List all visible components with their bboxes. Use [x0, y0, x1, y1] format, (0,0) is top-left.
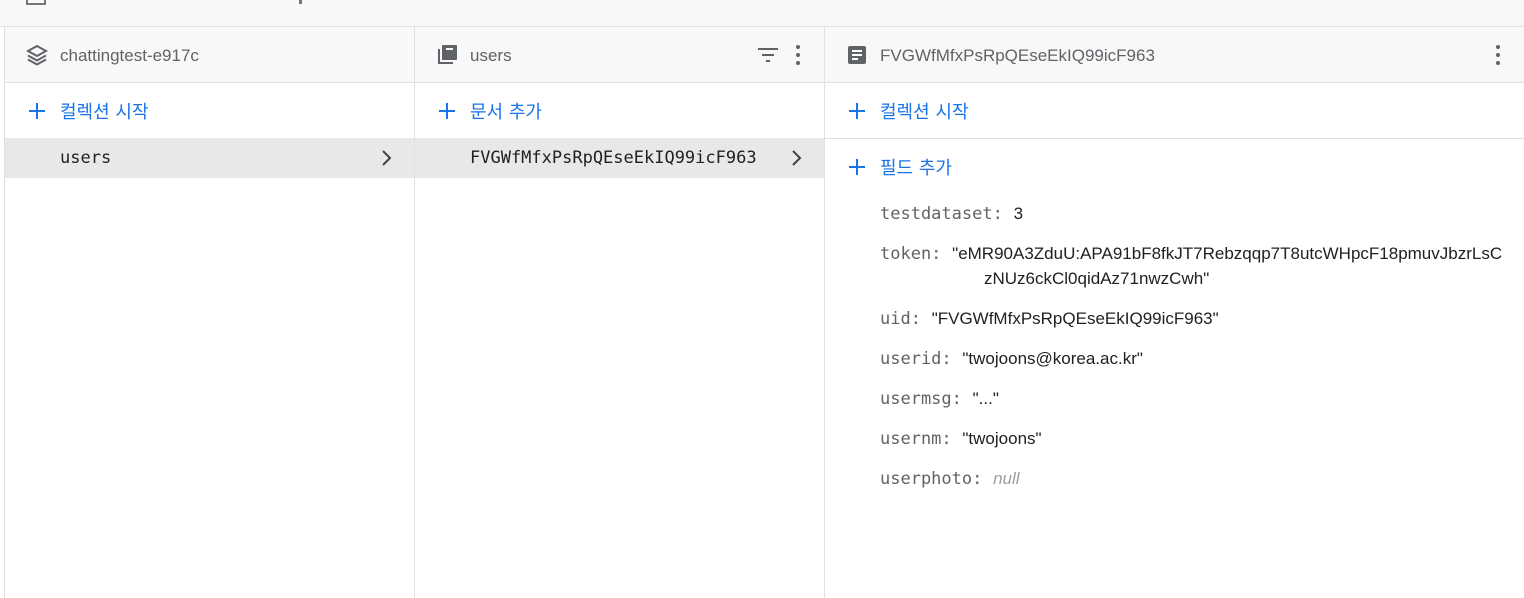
document-panel-header: FVGWfMfxPsRpQEseEkIQ99icF963 [825, 27, 1524, 83]
field-key: testdataset: [880, 204, 1003, 224]
field-key: usernm: [880, 429, 952, 449]
layers-icon [25, 44, 49, 66]
field-row-userphoto[interactable]: userphoto: null [880, 469, 1020, 489]
chevron-right-icon [382, 150, 392, 166]
add-field-label: 필드 추가 [880, 158, 952, 179]
field-row-usernm[interactable]: usernm: "twojoons" [880, 429, 1042, 449]
field-key: userid: [880, 349, 952, 369]
document-item[interactable]: FVGWfMfxPsRpQEseEkIQ99icF963 [415, 138, 824, 178]
more-vert-icon[interactable] [786, 43, 810, 67]
start-collection-label: 컬렉션 시작 [60, 102, 149, 123]
document-panel: FVGWfMfxPsRpQEseEkIQ99icF963 컬렉션 시작 필드 추… [825, 27, 1524, 598]
top-bar-partial [0, 0, 1524, 27]
field-row-userid[interactable]: userid: "twojoons@korea.ac.kr" [880, 349, 1143, 369]
project-title: chattingtest-e917c [60, 46, 199, 65]
collection-panel-header: users [415, 27, 824, 83]
more-vert-icon[interactable] [1486, 43, 1510, 67]
chevron-right-icon [792, 150, 802, 166]
root-panel-header: chattingtest-e917c [5, 27, 414, 83]
add-document-button[interactable]: 문서 추가 [415, 83, 824, 139]
collection-icon [438, 45, 457, 64]
field-row-token[interactable]: token: "eMR90A3ZduU:APA91bF8fkJT7Rebzqqp… [880, 244, 1502, 264]
start-subcollection-label: 컬렉션 시작 [880, 102, 969, 123]
field-key: token: [880, 244, 942, 264]
plus-icon [849, 103, 865, 119]
add-document-label: 문서 추가 [470, 102, 542, 123]
plus-icon [439, 103, 455, 119]
home-icon [26, 0, 46, 5]
breadcrumb-separator [299, 0, 302, 4]
field-value: "FVGWfMfxPsRpQEseEkIQ99icF963" [931, 309, 1219, 328]
document-icon [848, 46, 866, 64]
collection-item-users[interactable]: users [5, 138, 414, 178]
field-value-null: null [993, 469, 1020, 488]
collection-item-label: users [60, 148, 112, 168]
collection-panel: users 문서 추가 FVGWfMfxPsRpQEseEkIQ99icF963 [415, 27, 825, 598]
field-value: "..." [972, 389, 999, 408]
plus-icon [849, 159, 865, 175]
field-value: 3 [1013, 204, 1024, 223]
start-subcollection-button[interactable]: 컬렉션 시작 [825, 83, 1524, 139]
start-collection-button[interactable]: 컬렉션 시작 [5, 83, 414, 139]
plus-icon [29, 103, 45, 119]
field-row-uid[interactable]: uid: "FVGWfMfxPsRpQEseEkIQ99icF963" [880, 309, 1219, 329]
root-panel: chattingtest-e917c 컬렉션 시작 users [4, 27, 415, 598]
field-key: userphoto: [880, 469, 983, 489]
field-row-testdataset[interactable]: testdataset: 3 [880, 204, 1023, 224]
document-title: FVGWfMfxPsRpQEseEkIQ99icF963 [880, 46, 1155, 65]
field-key: uid: [880, 309, 921, 329]
field-row-usermsg[interactable]: usermsg: "..." [880, 389, 999, 409]
field-value: "twojoons@korea.ac.kr" [962, 349, 1143, 368]
document-item-label: FVGWfMfxPsRpQEseEkIQ99icF963 [470, 148, 757, 168]
field-value-continued: zNUz6ckCl0qidAz71nwzCwh" [984, 269, 1210, 288]
add-field-button[interactable]: 필드 추가 [825, 139, 1524, 195]
field-value: "eMR90A3ZduU:APA91bF8fkJT7Rebzqqp7T8utcW… [952, 244, 1503, 263]
field-value: "twojoons" [962, 429, 1042, 448]
filter-icon[interactable] [756, 43, 780, 67]
field-key: usermsg: [880, 389, 962, 409]
collection-title: users [470, 46, 512, 65]
